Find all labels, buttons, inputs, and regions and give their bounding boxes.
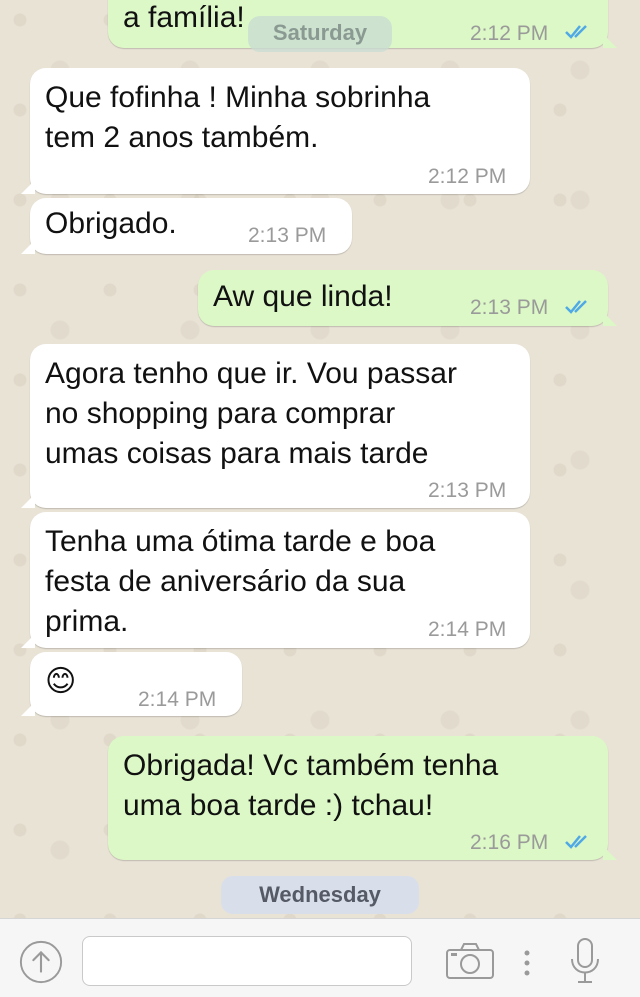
message-incoming[interactable]: 😊 2:14 PM — [21, 652, 242, 716]
message-text: Que fofinha ! Minha sobrinha tem 2 anos … — [45, 81, 431, 154]
message-text: Tenha uma ótima tarde e boa festa de ani… — [45, 525, 436, 638]
message-outgoing[interactable]: Obrigada! Vc também tenha uma boa tarde … — [108, 736, 617, 860]
more-vertical-icon[interactable] — [522, 949, 532, 979]
message-text: a família! — [123, 1, 245, 34]
message-text: Agora tenho que ir. Vou passar no shoppi… — [45, 357, 457, 470]
message-incoming[interactable]: Que fofinha ! Minha sobrinha tem 2 anos … — [21, 68, 530, 194]
bubble-tail — [603, 846, 617, 860]
message-text: Obrigada! Vc também tenha uma boa tarde … — [123, 749, 499, 822]
bubble-tail — [21, 634, 35, 648]
message-timestamp: 2:13 PM — [470, 296, 549, 319]
message-timestamp: 2:14 PM — [138, 688, 217, 711]
double-check-read-icon — [565, 835, 587, 849]
double-check-read-icon — [565, 300, 587, 314]
message-incoming[interactable]: Obrigado. 2:13 PM — [21, 198, 352, 254]
message-outgoing[interactable]: Aw que linda! 2:13 PM — [198, 270, 617, 326]
bubble-tail — [603, 34, 617, 48]
double-check-read-icon — [565, 25, 587, 39]
bubble-tail — [21, 494, 35, 508]
message-timestamp: 2:13 PM — [248, 224, 327, 247]
date-separator-saturday: Saturday — [248, 16, 392, 52]
camera-icon[interactable] — [444, 941, 496, 981]
message-timestamp: 2:13 PM — [428, 479, 507, 502]
message-incoming[interactable]: Agora tenho que ir. Vou passar no shoppi… — [21, 344, 530, 508]
message-text: Obrigado. — [45, 207, 177, 240]
message-timestamp: 2:12 PM — [470, 22, 549, 45]
microphone-icon[interactable] — [568, 937, 602, 985]
message-timestamp: 2:12 PM — [428, 165, 507, 188]
bubble-tail — [21, 180, 35, 194]
bubble-tail — [21, 240, 35, 254]
message-incoming[interactable]: Tenha uma ótima tarde e boa festa de ani… — [21, 512, 530, 648]
share-up-arrow-icon[interactable] — [18, 939, 64, 985]
message-text: Aw que linda! — [213, 280, 393, 313]
bubble-tail — [21, 702, 35, 716]
message-timestamp: 2:16 PM — [470, 831, 549, 854]
date-separator-wednesday: Wednesday — [221, 876, 419, 914]
message-input[interactable] — [82, 936, 412, 986]
message-input-bar — [0, 918, 640, 997]
smiling-face-emoji-icon: 😊 — [45, 664, 77, 699]
bubble-tail — [603, 312, 617, 326]
message-timestamp: 2:14 PM — [428, 618, 507, 641]
